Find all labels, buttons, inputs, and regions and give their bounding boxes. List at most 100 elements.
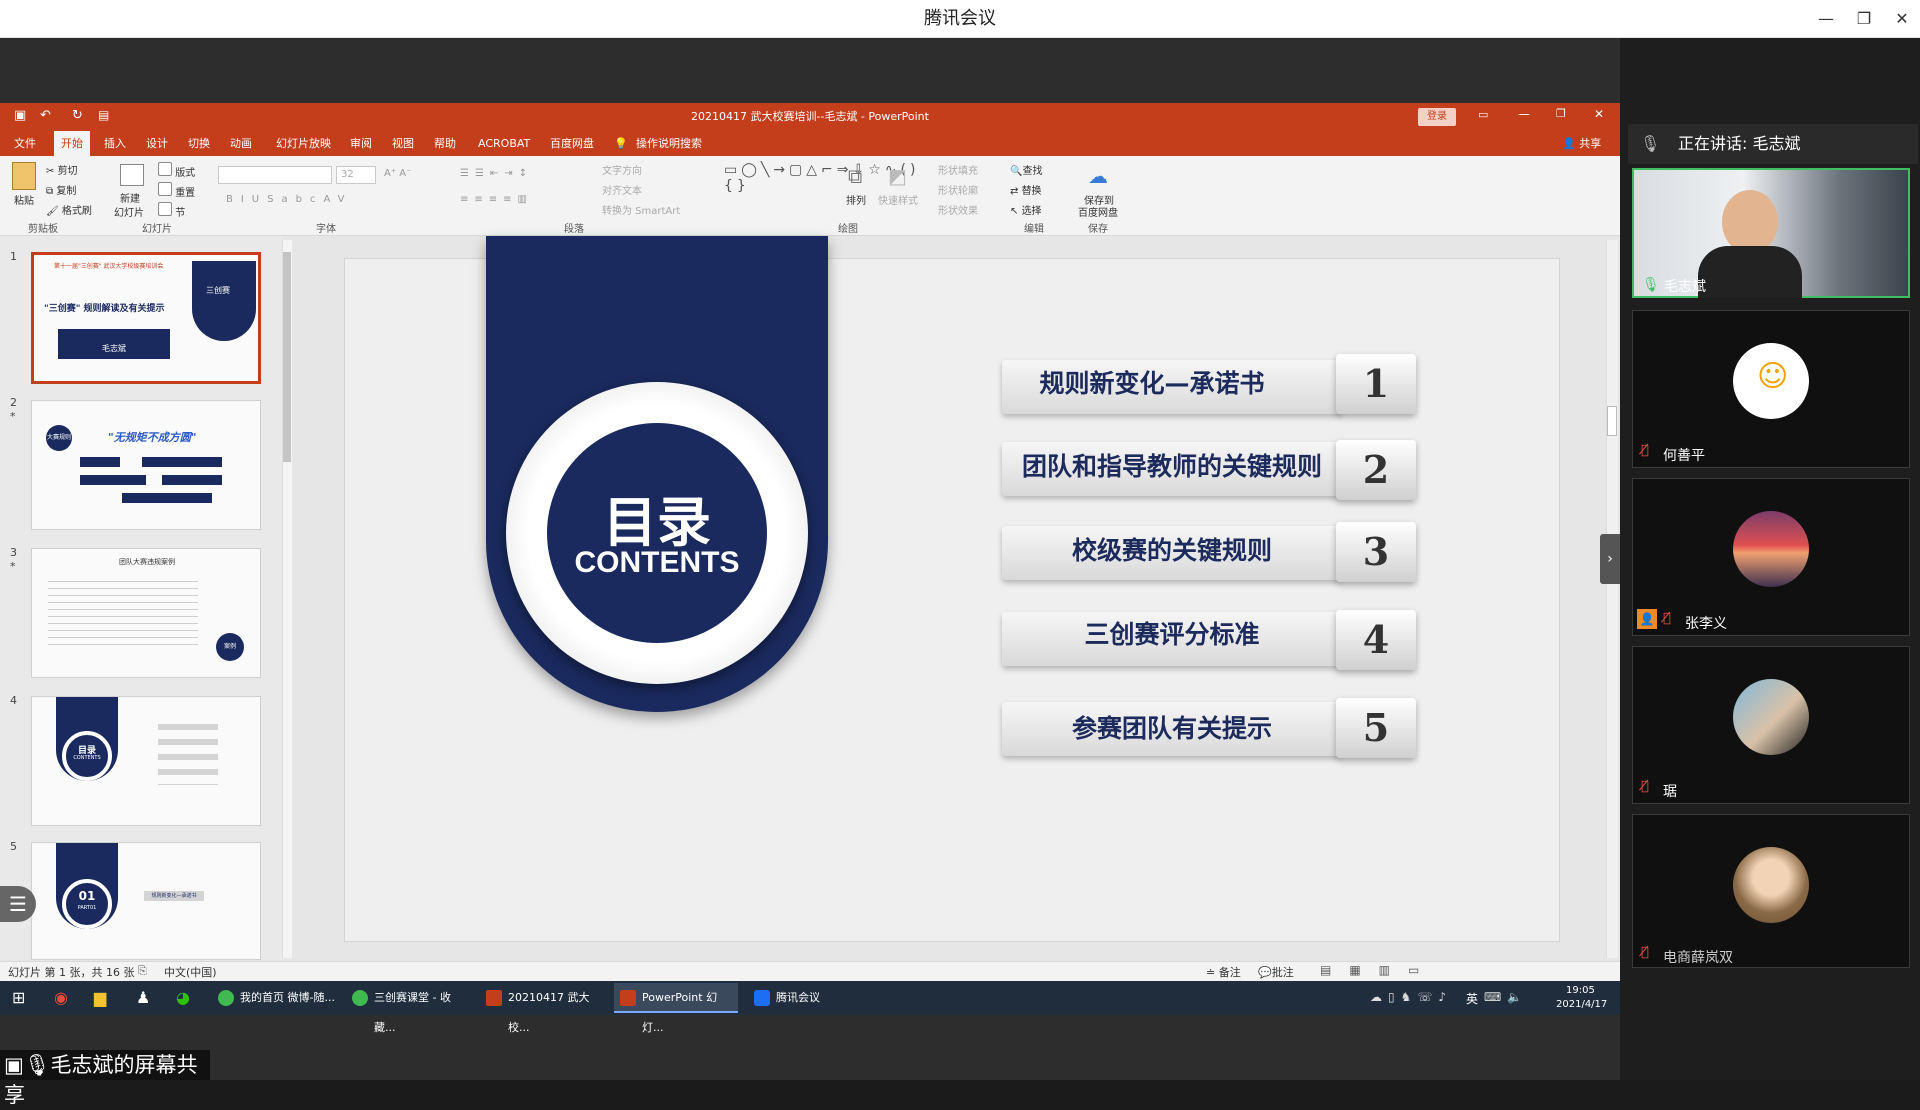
format-painter-button[interactable]: 🖌 格式刷 <box>46 202 92 217</box>
slide-thumbnail-1[interactable]: 第十一届"三创赛" 武汉大学校级赛培训会 "三创赛" 规则解读及有关提示 毛志斌… <box>31 252 261 384</box>
select-button[interactable]: ↖ 选择 <box>1010 202 1042 217</box>
shape-outline-button[interactable]: 形状轮廓 <box>938 182 978 197</box>
share-button[interactable]: 👤 共享 <box>1562 131 1601 156</box>
thumb2-star-icon: * <box>10 410 16 423</box>
arrange-button[interactable]: 排列 <box>846 192 866 207</box>
tab-animations[interactable]: 动画 <box>230 131 252 156</box>
cut-button[interactable]: ✂ 剪切 <box>46 162 78 177</box>
font-size-select[interactable]: 32 <box>336 166 376 184</box>
agenda-num-2: 2 <box>1336 440 1416 500</box>
tab-design[interactable]: 设计 <box>146 131 168 156</box>
qq-icon[interactable]: ♟ <box>136 988 150 1007</box>
taskbar-item-browser-2[interactable]: 三创赛课堂 - 收藏... <box>346 983 470 1034</box>
shape-fill-button[interactable]: 形状填充 <box>938 162 978 177</box>
shapes-gallery[interactable]: ▭◯╲→▢△⌐⇒⇩☆∿(){} <box>724 162 915 212</box>
clock-date[interactable]: 2021/4/17 <box>1556 999 1607 1010</box>
participant-face <box>1722 190 1778 254</box>
participant-tile-2[interactable]: ☺ 🎙̸ 何善平 <box>1632 310 1910 468</box>
tab-help[interactable]: 帮助 <box>434 131 456 156</box>
layout-button[interactable]: 版式 <box>158 162 195 179</box>
slide-scrollbar[interactable] <box>1606 240 1618 958</box>
replace-icon: ⇄ <box>1010 186 1022 197</box>
thumb-number-2: 2 <box>10 396 17 409</box>
ime-indicator[interactable]: 英 <box>1466 990 1478 1007</box>
paste-button[interactable]: 粘贴 <box>14 192 34 207</box>
ribbon-display-icon[interactable]: ▭ <box>1478 108 1488 121</box>
tab-home[interactable]: 开始 <box>54 131 90 156</box>
section-icon <box>158 202 172 216</box>
slide-thumbnail-4[interactable]: 目录 CONTENTS <box>31 696 261 826</box>
participant-tile-4[interactable]: 🎙̸ 琚 <box>1632 646 1910 804</box>
file-explorer-icon[interactable]: ▆ <box>94 988 106 1007</box>
thumb2-box-4 <box>162 475 222 485</box>
reset-button[interactable]: 重置 <box>158 182 195 199</box>
shape-effect-button[interactable]: 形状效果 <box>938 202 978 217</box>
tab-review[interactable]: 审阅 <box>350 131 372 156</box>
paste-icon[interactable] <box>12 162 36 190</box>
paragraph-group-label: 段落 <box>564 224 584 235</box>
close-icon[interactable]: ✕ <box>1888 6 1916 32</box>
notes-icon: ≐ <box>1206 966 1219 979</box>
align-text-button[interactable]: 对齐文本 <box>602 182 642 197</box>
ppt-close-icon[interactable]: ✕ <box>1594 107 1604 121</box>
slide-thumbnail-3[interactable]: 团队大赛违规案例 案例 <box>31 548 261 678</box>
expand-panel-chevron-icon[interactable]: › <box>1600 534 1620 584</box>
tab-baidu-netdisk[interactable]: 百度网盘 <box>550 131 594 156</box>
thumb5-ring <box>62 879 112 929</box>
slide-thumbnail-5[interactable]: 01 PART01 规则新变化—承诺书 <box>31 842 261 960</box>
participant-tile-3[interactable]: 👤 🎙̸ 张李义 <box>1632 478 1910 636</box>
network-volume-icons[interactable]: ⌨🔈 <box>1484 990 1528 1004</box>
tab-transitions[interactable]: 切换 <box>188 131 210 156</box>
floating-menu-icon[interactable]: ☰ <box>0 886 36 922</box>
slide-scroll-thumb[interactable] <box>1607 406 1617 436</box>
taskbar-item-ppt-slideshow[interactable]: PowerPoint 幻灯... <box>614 983 738 1034</box>
thumbnails-scroll-thumb[interactable] <box>283 252 291 462</box>
participant-tile-1[interactable]: 🎙 毛志斌 <box>1632 168 1910 298</box>
accessibility-icon[interactable]: ⎘ <box>138 964 147 978</box>
minimize-icon[interactable]: — <box>1812 6 1840 32</box>
restore-icon[interactable]: ❐ <box>1850 6 1878 32</box>
tab-insert[interactable]: 插入 <box>104 131 126 156</box>
tab-file[interactable]: 文件 <box>14 131 36 156</box>
ppt-minimize-icon[interactable]: — <box>1518 107 1530 121</box>
taskbar-item-ppt-file[interactable]: 20210417 武大校... <box>480 983 604 1034</box>
slide-thumbnail-2[interactable]: 大赛规则 "无规矩不成方圆" <box>31 400 261 530</box>
new-slide-button[interactable]: 新建 <box>120 190 140 205</box>
cortana-icon[interactable]: ◉ <box>54 988 68 1007</box>
new-slide-icon[interactable] <box>120 164 144 186</box>
text-direction-button[interactable]: 文字方向 <box>602 162 642 177</box>
font-grow-icon[interactable]: A⁺ A⁻ <box>384 168 411 179</box>
ppt-restore-icon[interactable]: ❐ <box>1556 107 1566 120</box>
language-status[interactable]: 中文(中国) <box>164 964 217 980</box>
copy-button[interactable]: ⧉ 复制 <box>46 182 76 197</box>
font-format-icons[interactable]: BIUSabcAV <box>226 194 353 205</box>
quick-styles-button[interactable]: 快速样式 <box>878 192 918 207</box>
find-button[interactable]: 🔍查找 <box>1010 162 1042 177</box>
login-button[interactable]: 登录 <box>1418 108 1456 126</box>
tab-acrobat[interactable]: ACROBAT <box>478 131 530 156</box>
tab-slideshow[interactable]: 幻灯片放映 <box>276 131 331 156</box>
clock-time[interactable]: 19:05 <box>1566 985 1595 996</box>
font-name-select[interactable] <box>218 166 332 184</box>
notes-button[interactable]: ≐ 备注 <box>1206 964 1241 980</box>
arrange-icon[interactable]: ⧉ <box>848 164 862 188</box>
list-icons[interactable]: ☰☰⇤⇥↕ <box>460 168 533 179</box>
system-tray-icons[interactable]: ☁▯♞☏♪ <box>1370 990 1452 1004</box>
taskbar-item-browser-1[interactable]: 我的首页 微博-随... <box>212 983 336 1013</box>
mic-muted-icon: 🎙̸ <box>1663 611 1671 626</box>
replace-button[interactable]: ⇄ 替换 <box>1010 182 1042 197</box>
view-mode-icons[interactable]: ▤▦▥▭ <box>1320 963 1437 977</box>
tab-view[interactable]: 视图 <box>392 131 414 156</box>
section-button[interactable]: 节 <box>158 202 185 219</box>
comments-button[interactable]: 💬批注 <box>1258 964 1294 980</box>
align-icons[interactable]: ≡≡≡≡▥ <box>460 194 533 205</box>
taskbar-item-tencent-meeting[interactable]: 腾讯会议 <box>748 983 872 1013</box>
wechat-icon[interactable]: ◕ <box>176 988 190 1007</box>
windows-start-icon[interactable]: ⊞ <box>12 988 25 1007</box>
tell-me-search[interactable]: 操作说明搜索 <box>636 131 702 156</box>
baidu-cloud-icon[interactable]: ☁ <box>1088 164 1108 188</box>
participant-tile-5[interactable]: 🎙̸ 电商薛岚双 <box>1632 814 1910 968</box>
smartart-button[interactable]: 转换为 SmartArt <box>602 202 680 217</box>
quick-styles-icon[interactable]: ◩ <box>888 164 907 188</box>
cut-label: 剪切 <box>57 166 78 177</box>
